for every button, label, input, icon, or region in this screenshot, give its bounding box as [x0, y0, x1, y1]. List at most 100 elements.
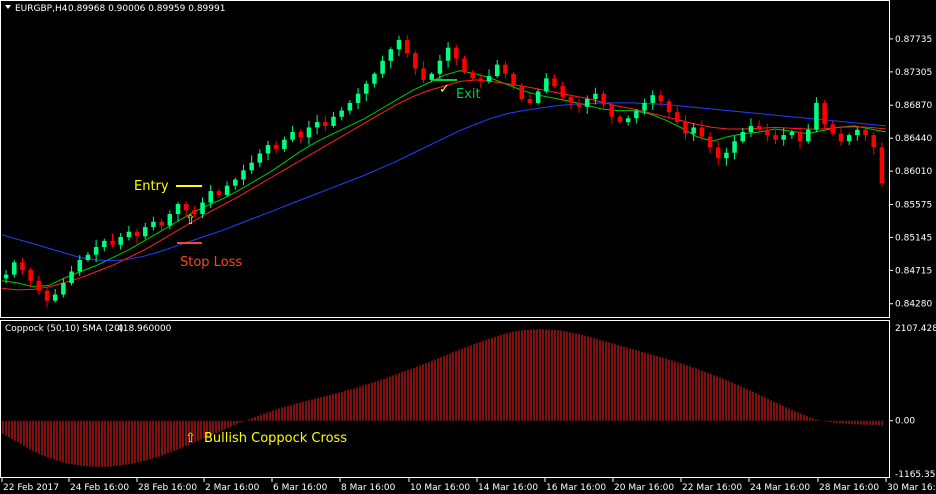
candle-body [724, 152, 729, 159]
candle-body [290, 132, 295, 140]
candle-body [224, 185, 230, 195]
candle-body [454, 47, 459, 59]
candle-body [257, 153, 263, 163]
trading-chart[interactable]: EURGBP,H4 0.89968 0.90006 0.89959 0.8999… [0, 0, 936, 494]
candle-body [650, 95, 655, 103]
candle-body [298, 132, 304, 138]
x-tick-label: 14 Mar 16:00 [478, 483, 538, 493]
indicator-y-tick-label: -1165.358 [895, 470, 936, 480]
candle-body [511, 73, 516, 87]
exit-label: Exit [456, 87, 481, 102]
candle-body [707, 136, 713, 148]
candle-body [715, 147, 721, 159]
coppock-cross-annotation: ⇧ Bullish Coppock Cross [185, 431, 347, 446]
candle-body [781, 135, 786, 140]
candle-body [265, 145, 271, 154]
candle-body [167, 214, 173, 226]
candle-body [593, 93, 598, 100]
candle-body [142, 227, 148, 237]
candle-body [36, 280, 42, 291]
x-tick-label: 24 Feb 16:00 [70, 483, 129, 493]
candle-body [159, 221, 164, 226]
candle-body [568, 96, 574, 103]
candle-body [233, 179, 238, 186]
candle-body [44, 290, 50, 301]
candle-body [183, 204, 189, 211]
indicator-y-tick-label: 0.00 [895, 417, 915, 427]
candle-body [863, 129, 868, 136]
candle-body [69, 271, 74, 284]
candle-body [576, 102, 582, 107]
indicator-title: Coppock (50,10) SMA (20) [5, 324, 123, 334]
candle-body [134, 231, 140, 237]
candle-body [445, 47, 451, 61]
candle-body [503, 64, 508, 74]
candle-body [838, 133, 844, 142]
candle-body [544, 78, 549, 92]
ohlc-readout: 0.89968 0.90006 0.89959 0.89991 [68, 4, 225, 14]
candle-body [478, 78, 484, 82]
x-tick-label: 6 Mar 16:00 [273, 483, 328, 493]
candle-body [208, 191, 213, 203]
entry-arrow-icon: ⇧ [185, 213, 196, 228]
x-tick-label: 10 Mar 16:00 [410, 483, 470, 493]
x-tick-label: 22 Feb 2017 [3, 483, 59, 493]
candle-body [691, 127, 696, 134]
candle-body [601, 93, 606, 105]
candle-body [805, 129, 811, 142]
candle-body [3, 274, 9, 279]
symbol-title: EURGBP,H4 [15, 4, 68, 14]
candle-body [102, 240, 107, 248]
x-tick-label: 8 Mar 16:00 [341, 483, 396, 493]
candle-body [110, 240, 115, 245]
candle-body [339, 110, 344, 117]
candle-body [765, 129, 770, 136]
candle-body [241, 170, 246, 180]
candle-body [732, 141, 737, 153]
exit-check-icon: ✓ [439, 82, 450, 97]
candle-body [797, 132, 803, 142]
x-tick-label: 22 Mar 16:00 [682, 483, 742, 493]
candle-body [347, 102, 353, 111]
candle-body [879, 147, 885, 184]
candle-body [871, 135, 876, 148]
candle-body [740, 132, 746, 142]
candle-body [617, 116, 623, 123]
candle-body [388, 49, 394, 61]
candle-body [642, 102, 647, 111]
candle-body [748, 125, 754, 133]
candle-body [216, 191, 222, 195]
candle-body [249, 162, 254, 171]
candle-body [85, 254, 91, 261]
candle-body [666, 101, 672, 113]
entry-label: Entry [134, 179, 169, 194]
candle-body [200, 202, 205, 215]
candle-body [126, 231, 132, 238]
candle-body [584, 99, 590, 107]
y-tick-label: 0.86870 [895, 101, 932, 111]
x-tick-label: 28 Mar 16:00 [819, 483, 879, 493]
candle-body [372, 73, 377, 84]
candle-body [846, 135, 852, 142]
candle-body [421, 68, 426, 80]
candle-body [470, 72, 475, 79]
candle-body [519, 86, 525, 100]
candle-body [437, 60, 443, 74]
cross-arrow-icon: ⇧ [185, 431, 196, 446]
candle-body [789, 132, 795, 136]
candle-body [552, 78, 557, 87]
candle-body [306, 127, 312, 138]
candle-body [380, 60, 385, 74]
candle-body [28, 270, 33, 281]
candle-body [118, 237, 123, 245]
candle-body [658, 95, 664, 102]
y-tick-label: 0.84280 [895, 300, 932, 310]
candle-body [323, 122, 328, 126]
candle-body [625, 118, 631, 123]
x-tick-label: 16 Mar 16:00 [546, 483, 606, 493]
y-tick-label: 0.85575 [895, 200, 932, 210]
y-tick-label: 0.86440 [895, 134, 932, 144]
candle-body [355, 93, 361, 103]
candle-body [634, 110, 639, 119]
candle-body [404, 40, 410, 54]
